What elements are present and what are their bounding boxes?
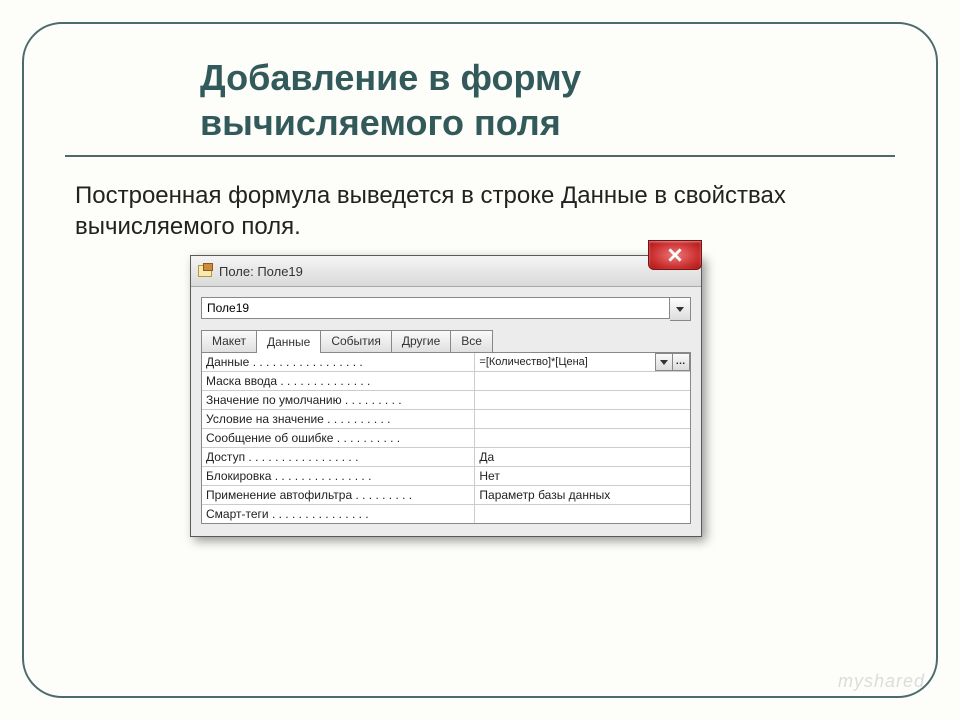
property-value[interactable] — [474, 410, 690, 428]
builder-button[interactable]: … — [672, 353, 690, 371]
property-row: Значение по умолчанию . . . . . . . . . — [202, 391, 690, 410]
property-row: Условие на значение . . . . . . . . . . — [202, 410, 690, 429]
tab-макет[interactable]: Макет — [201, 330, 257, 352]
ellipsis-icon: … — [676, 357, 687, 367]
property-value[interactable] — [474, 372, 690, 390]
property-label: Применение автофильтра . . . . . . . . . — [202, 486, 474, 504]
form-icon — [197, 263, 213, 279]
slide-title: Добавление в форму вычисляемого поля — [200, 55, 581, 145]
value-buttons: … — [656, 353, 690, 371]
property-row: Смарт-теги . . . . . . . . . . . . . . . — [202, 505, 690, 523]
tab-другие[interactable]: Другие — [391, 330, 451, 352]
object-selector — [201, 297, 691, 321]
properties-window: Поле: Поле19 МакетДанныеСобытияДругиеВсе… — [190, 255, 702, 537]
property-label: Доступ . . . . . . . . . . . . . . . . . — [202, 448, 474, 466]
property-label: Значение по умолчанию . . . . . . . . . — [202, 391, 474, 409]
property-label: Смарт-теги . . . . . . . . . . . . . . . — [202, 505, 474, 523]
property-value[interactable] — [474, 429, 690, 447]
window-title: Поле: Поле19 — [219, 264, 303, 279]
close-icon — [668, 248, 682, 262]
property-value[interactable]: Да — [474, 448, 690, 466]
slide: Добавление в форму вычисляемого поля Пос… — [0, 0, 960, 720]
property-label: Сообщение об ошибке . . . . . . . . . . — [202, 429, 474, 447]
slide-description: Построенная формула выведется в строке Д… — [75, 180, 885, 242]
property-value[interactable]: Нет — [474, 467, 690, 485]
property-row: Сообщение об ошибке . . . . . . . . . . — [202, 429, 690, 448]
title-line-2: вычисляемого поля — [200, 102, 561, 143]
window-titlebar[interactable]: Поле: Поле19 — [191, 256, 701, 287]
tab-события[interactable]: События — [320, 330, 392, 352]
property-row: Данные . . . . . . . . . . . . . . . . .… — [202, 353, 690, 372]
watermark: myshared — [838, 671, 925, 692]
title-rule — [65, 155, 895, 157]
property-label: Маска ввода . . . . . . . . . . . . . . — [202, 372, 474, 390]
property-value[interactable]: =[Количество]*[Цена]… — [474, 353, 690, 371]
tab-все[interactable]: Все — [450, 330, 493, 352]
chevron-down-icon — [660, 360, 668, 365]
property-row: Маска ввода . . . . . . . . . . . . . . — [202, 372, 690, 391]
property-label: Данные . . . . . . . . . . . . . . . . . — [202, 353, 474, 371]
property-value[interactable] — [474, 505, 690, 523]
value-dropdown-button[interactable] — [655, 353, 673, 371]
tab-strip: МакетДанныеСобытияДругиеВсе — [201, 329, 691, 353]
object-selector-dropdown[interactable] — [670, 297, 691, 321]
tab-данные[interactable]: Данные — [256, 330, 321, 353]
window-body: МакетДанныеСобытияДругиеВсе Данные . . .… — [191, 287, 701, 536]
object-selector-input[interactable] — [201, 297, 670, 319]
title-line-1: Добавление в форму — [200, 57, 581, 98]
property-row: Применение автофильтра . . . . . . . . .… — [202, 486, 690, 505]
close-button[interactable] — [648, 240, 702, 270]
property-value[interactable]: Параметр базы данных — [474, 486, 690, 504]
chevron-down-icon — [676, 307, 684, 312]
property-row: Доступ . . . . . . . . . . . . . . . . .… — [202, 448, 690, 467]
property-label: Условие на значение . . . . . . . . . . — [202, 410, 474, 428]
property-value[interactable] — [474, 391, 690, 409]
property-row: Блокировка . . . . . . . . . . . . . . .… — [202, 467, 690, 486]
property-grid: Данные . . . . . . . . . . . . . . . . .… — [201, 353, 691, 524]
property-label: Блокировка . . . . . . . . . . . . . . . — [202, 467, 474, 485]
